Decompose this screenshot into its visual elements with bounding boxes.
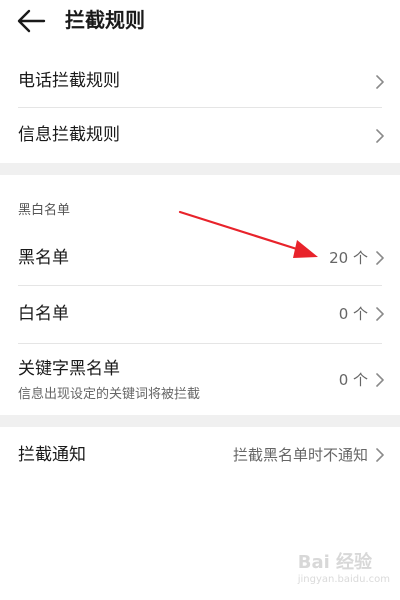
annotation-arrow-icon [178,210,318,258]
watermark-brand: Bai 经验 [297,552,373,573]
watermark: Bai 经验 jingyan.baidu.com [298,548,390,585]
watermark-site: jingyan.baidu.com [297,574,390,585]
